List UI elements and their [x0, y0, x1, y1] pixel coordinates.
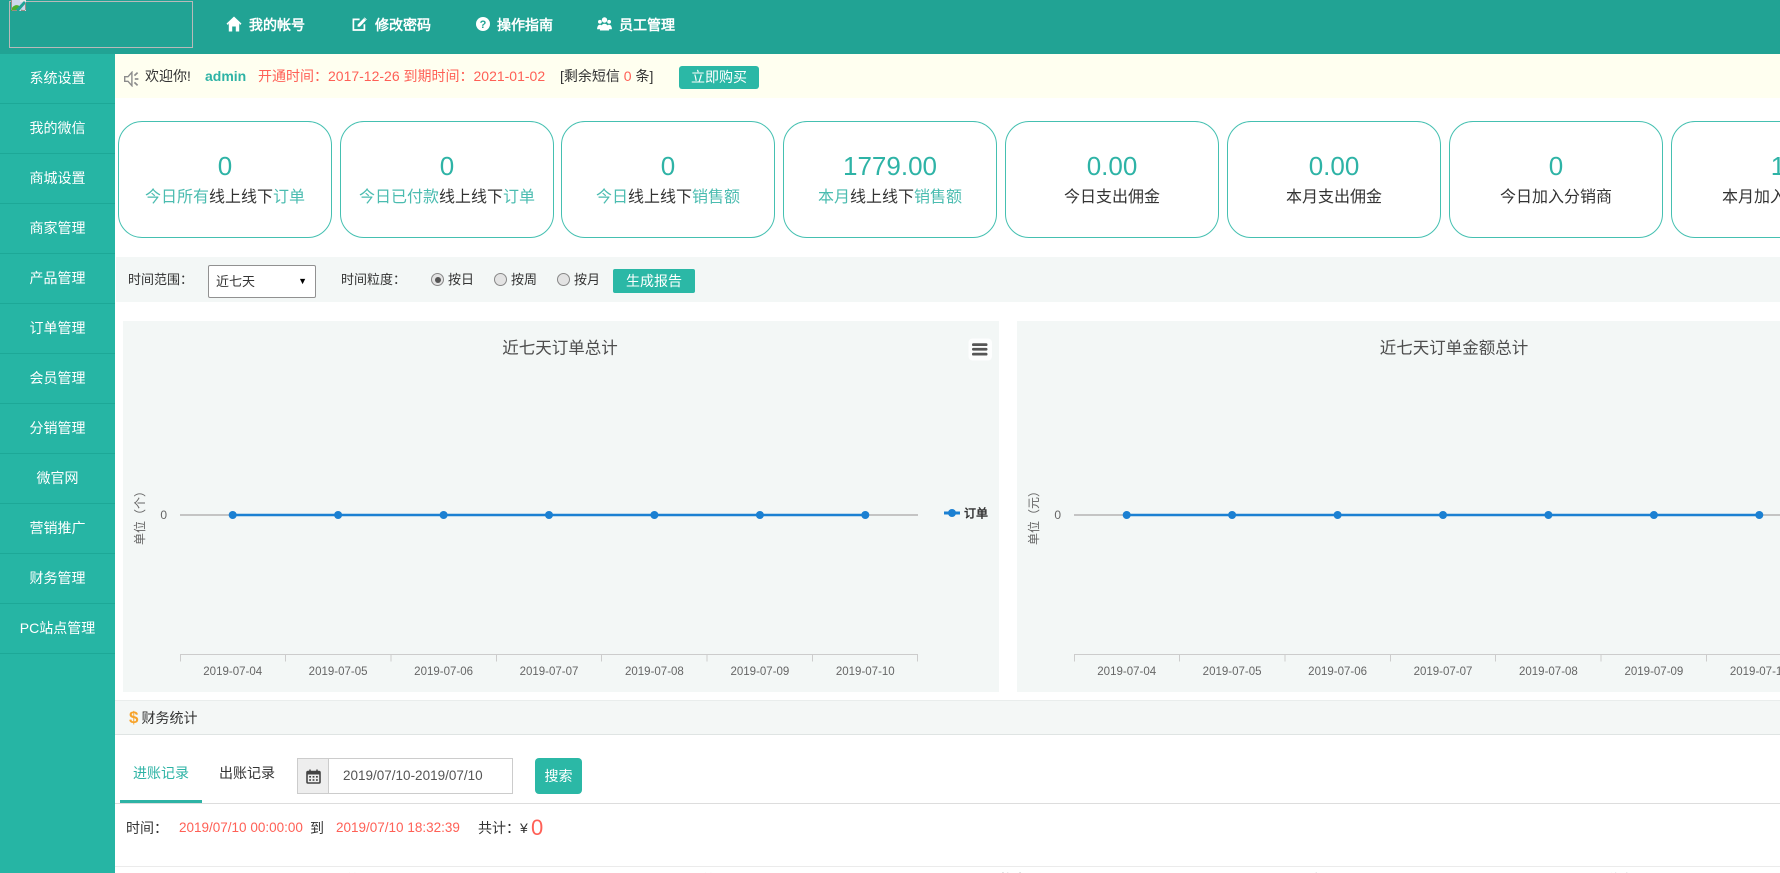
svg-text:单位（个）: 单位（个）	[132, 485, 147, 545]
svg-text:单位（元）: 单位（元）	[1026, 485, 1041, 545]
svg-text:2019-07-05: 2019-07-05	[309, 666, 368, 678]
svg-text:订单: 订单	[964, 506, 988, 521]
svg-text:0: 0	[160, 508, 167, 522]
svg-text:2019-07-10: 2019-07-10	[836, 666, 895, 678]
svg-text:2019-07-06: 2019-07-06	[414, 666, 473, 678]
svg-text:2019-07-07: 2019-07-07	[520, 666, 579, 678]
svg-text:?: ?	[480, 19, 487, 31]
svg-text:2019-07-04: 2019-07-04	[1097, 666, 1156, 678]
svg-text:2019-07-05: 2019-07-05	[1203, 666, 1262, 678]
svg-text:2019-07-06: 2019-07-06	[1308, 666, 1367, 678]
svg-text:2019-07-08: 2019-07-08	[1519, 666, 1578, 678]
svg-text:2019-07-04: 2019-07-04	[203, 666, 262, 678]
svg-text:近七天订单总计: 近七天订单总计	[502, 339, 618, 358]
svg-text:2019-07-10: 2019-07-10	[1730, 666, 1780, 678]
svg-text:近七天订单金额总计: 近七天订单金额总计	[1380, 339, 1529, 358]
svg-text:2019-07-09: 2019-07-09	[730, 666, 789, 678]
svg-text:0: 0	[1054, 508, 1061, 522]
svg-text:2019-07-08: 2019-07-08	[625, 666, 684, 678]
svg-text:2019-07-07: 2019-07-07	[1414, 666, 1473, 678]
svg-text:2019-07-09: 2019-07-09	[1624, 666, 1683, 678]
